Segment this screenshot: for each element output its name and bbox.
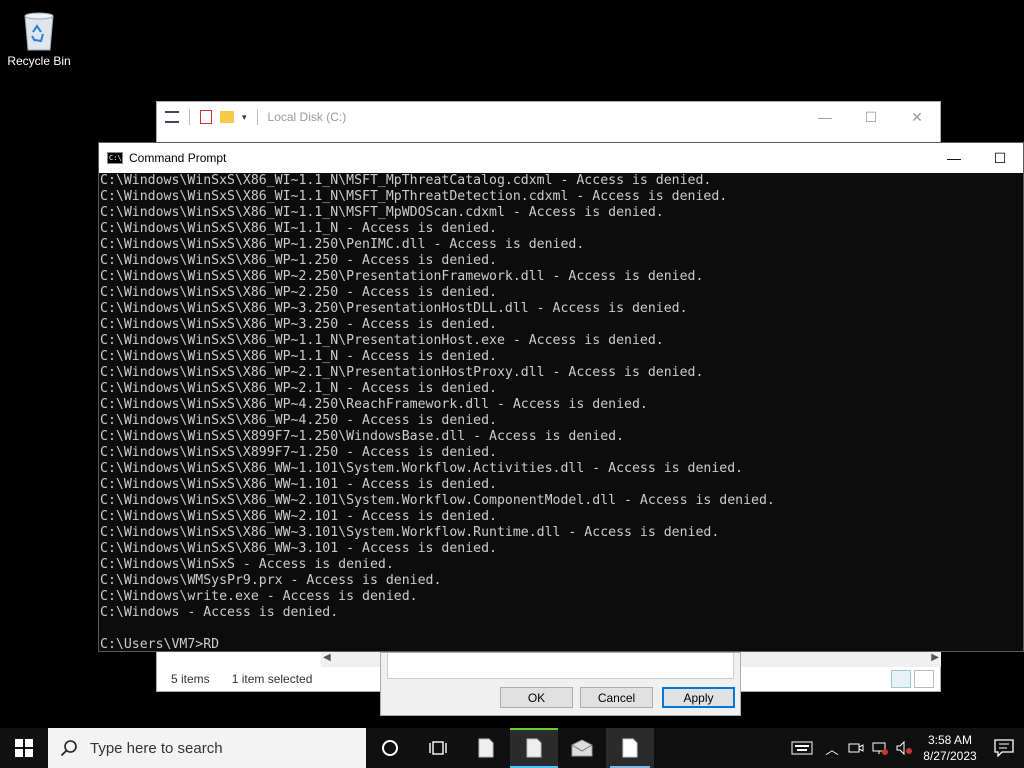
console-line: C:\Windows\write.exe - Access is denied. xyxy=(100,589,418,604)
taskbar-search-box[interactable]: Type here to search xyxy=(48,728,366,768)
search-placeholder: Type here to search xyxy=(90,739,223,757)
console-line: C:\Windows\WinSxS\X86_WW~3.101 - Access … xyxy=(100,541,497,556)
console-line: C:\Windows\WinSxS\X86_WP~1.1_N - Access … xyxy=(100,349,497,364)
status-item-count: 5 items xyxy=(171,672,210,686)
details-view-button[interactable] xyxy=(891,670,911,688)
cortana-button[interactable] xyxy=(366,728,414,768)
task-view-button[interactable] xyxy=(414,728,462,768)
console-line: C:\Windows\WinSxS\X86_WP~2.250 - Access … xyxy=(100,285,497,300)
maximize-button[interactable]: ☐ xyxy=(977,143,1023,173)
explorer-title: Local Disk (C:) xyxy=(267,110,347,124)
console-line: C:\Windows\WMSysPr9.prx - Access is deni… xyxy=(100,573,442,588)
recycle-bin-label: Recycle Bin xyxy=(7,54,71,68)
explorer-titlebar[interactable]: ▾ Local Disk (C:) — ☐ ✕ xyxy=(157,102,940,132)
console-line: C:\Windows\WinSxS\X86_WP~3.250\Presentat… xyxy=(100,301,688,316)
console-line: C:\Windows\WinSxS\X86_WW~2.101 - Access … xyxy=(100,509,497,524)
file-icon xyxy=(478,738,494,758)
task-view-icon xyxy=(429,741,447,755)
console-line: C:\Users\VM7>RD xyxy=(100,637,220,652)
console-line: C:\Windows\WinSxS\X899F7~1.250 - Access … xyxy=(100,445,497,460)
recycle-bin-icon xyxy=(19,8,59,52)
console-line: C:\Windows\WinSxS\X86_WP~2.1_N - Access … xyxy=(100,381,497,396)
console-line: C:\Windows\WinSxS\X86_WP~4.250\ReachFram… xyxy=(100,397,648,412)
file-icon xyxy=(526,738,542,758)
console-line: C:\Windows\WinSxS\X86_WP~1.250\PenIMC.dl… xyxy=(100,237,585,252)
console-line: C:\Windows\WinSxS\X899F7~1.250\WindowsBa… xyxy=(100,429,625,444)
recycle-bin-shortcut[interactable]: Recycle Bin xyxy=(6,8,72,68)
keyboard-icon[interactable] xyxy=(784,728,820,768)
taskbar-app-file-active[interactable] xyxy=(510,728,558,768)
console-line: C:\Windows\WinSxS\X86_WI~1.1_N\MSFT_MpTh… xyxy=(100,173,712,188)
scroll-right-icon[interactable]: ▶ xyxy=(931,652,939,663)
file-icon xyxy=(622,738,638,758)
status-selected-count: 1 item selected xyxy=(231,672,313,686)
console-line: C:\Windows\WinSxS\X86_WI~1.1_N\MSFT_MpTh… xyxy=(100,189,728,204)
network-icon[interactable] xyxy=(868,728,892,768)
clock-time: 3:58 AM xyxy=(927,733,973,747)
maximize-button[interactable]: ☐ xyxy=(848,102,894,132)
chevron-down-icon[interactable]: ▾ xyxy=(242,112,247,123)
console-line: C:\Windows\WinSxS\X86_WP~3.250 - Access … xyxy=(100,317,497,332)
start-button[interactable] xyxy=(0,728,48,768)
chevron-up-icon[interactable]: ︿ xyxy=(820,728,844,768)
minimize-button[interactable]: — xyxy=(931,143,977,173)
dialog-content-area xyxy=(387,653,734,679)
properties-dialog[interactable]: OK Cancel Apply xyxy=(380,652,741,716)
console-line: C:\Windows\WinSxS\X86_WP~2.250\Presentat… xyxy=(100,269,704,284)
cmd-app-icon: C:\ xyxy=(107,152,123,164)
taskbar-app-mail[interactable] xyxy=(558,728,606,768)
close-button[interactable]: ✕ xyxy=(894,102,940,132)
desktop: Recycle Bin ▾ Local Disk (C:) — ☐ ✕ ◀ ▶ xyxy=(0,0,1024,728)
console-line: C:\Windows\WinSxS\X86_WP~4.250 - Access … xyxy=(100,413,497,428)
console-line: C:\Windows - Access is denied. xyxy=(100,605,339,620)
explorer-app-icon xyxy=(165,111,179,123)
folder-icon[interactable] xyxy=(220,111,234,123)
console-output[interactable]: C:\Windows\WinSxS\X86_WI~1.1_N\MSFT_MpTh… xyxy=(99,173,1024,653)
console-line: C:\Windows\WinSxS\X86_WW~2.101\System.Wo… xyxy=(100,493,775,508)
command-prompt-window[interactable]: C:\ Command Prompt — ☐ C:\Windows\WinSxS… xyxy=(98,142,1024,652)
meet-now-icon[interactable] xyxy=(844,728,868,768)
scroll-left-icon[interactable]: ◀ xyxy=(323,652,331,663)
console-line: C:\Windows\WinSxS\X86_WP~1.250 - Access … xyxy=(100,253,497,268)
cmd-titlebar[interactable]: C:\ Command Prompt — ☐ xyxy=(99,143,1023,173)
properties-icon[interactable] xyxy=(200,110,212,124)
volume-icon[interactable] xyxy=(892,728,916,768)
clock-date: 8/27/2023 xyxy=(923,749,977,763)
large-icons-view-button[interactable] xyxy=(914,670,934,688)
notification-icon xyxy=(994,739,1014,757)
taskbar-clock[interactable]: 3:58 AM 8/27/2023 xyxy=(916,732,984,764)
console-line: C:\Windows\WinSxS\X86_WI~1.1_N\MSFT_MpWD… xyxy=(100,205,664,220)
cancel-button[interactable]: Cancel xyxy=(580,687,653,708)
console-line: C:\Windows\WinSxS\X86_WW~1.101 - Access … xyxy=(100,477,497,492)
divider xyxy=(189,109,190,125)
cmd-title: Command Prompt xyxy=(129,151,227,165)
taskbar-app-file[interactable] xyxy=(462,728,510,768)
apply-button[interactable]: Apply xyxy=(662,687,735,708)
system-tray: ︿ 3:58 AM 8/27/2023 xyxy=(784,728,1024,768)
cortana-icon xyxy=(382,740,398,756)
console-line: C:\Windows\WinSxS\X86_WP~1.1_N\Presentat… xyxy=(100,333,664,348)
console-line: C:\Windows\WinSxS\X86_WW~1.101\System.Wo… xyxy=(100,461,744,476)
mail-icon xyxy=(571,739,593,757)
ok-button[interactable]: OK xyxy=(500,687,573,708)
minimize-button[interactable]: — xyxy=(802,102,848,132)
console-line: C:\Windows\WinSxS\X86_WW~3.101\System.Wo… xyxy=(100,525,720,540)
action-center-button[interactable] xyxy=(984,728,1024,768)
console-line: C:\Windows\WinSxS\X86_WI~1.1_N - Access … xyxy=(100,221,497,236)
divider xyxy=(256,109,258,125)
console-line: C:\Windows\WinSxS - Access is denied. xyxy=(100,557,394,572)
windows-start-icon xyxy=(15,739,33,757)
taskbar: Type here to search ︿ 3:58 AM 8/27/2023 xyxy=(0,728,1024,768)
taskbar-app-file-focused[interactable] xyxy=(606,728,654,768)
console-line: C:\Windows\WinSxS\X86_WP~2.1_N\Presentat… xyxy=(100,365,704,380)
search-icon xyxy=(60,740,77,757)
